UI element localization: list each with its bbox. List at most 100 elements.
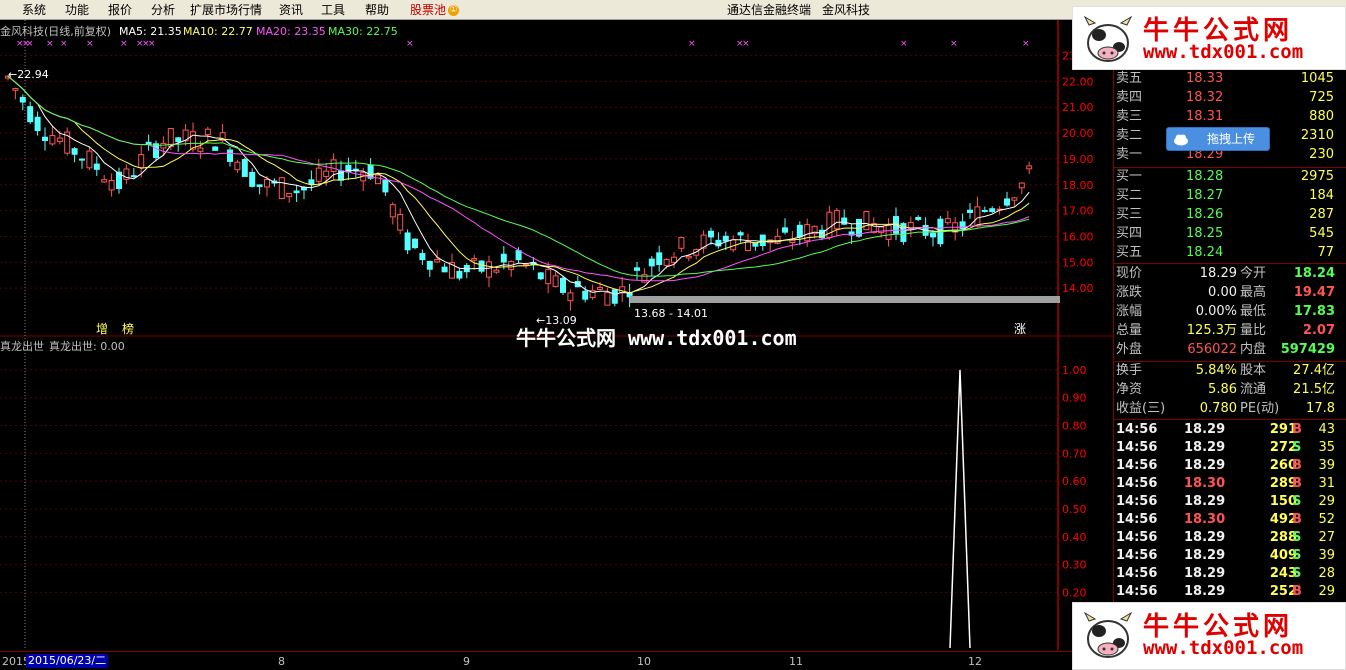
stat-value: 19.47: [1293, 285, 1335, 300]
level-label: 卖四: [1116, 90, 1143, 105]
sell-row[interactable]: 卖五 18.33 1045: [1114, 70, 1336, 88]
buy-row[interactable]: 买五 18.24 77: [1114, 244, 1336, 262]
level-label: 买二: [1116, 188, 1143, 203]
menu-system[interactable]: 系统: [22, 2, 46, 18]
buy-row[interactable]: 买二 18.27 184: [1114, 187, 1336, 205]
ma30-label: MA30: 22.75: [328, 25, 398, 38]
signal-marker: ×: [1022, 39, 1030, 49]
level-price: 18.24: [1186, 245, 1224, 260]
candle-body: [419, 253, 426, 261]
candle-body: [915, 217, 922, 220]
candle-body: [264, 178, 270, 188]
stat-value: 18.29: [1199, 266, 1237, 281]
level-label: 卖三: [1116, 109, 1143, 124]
candle-body: [167, 128, 174, 147]
candle-body: [708, 230, 714, 238]
candle-body: [685, 255, 692, 259]
menu-analysis[interactable]: 分析: [151, 2, 175, 18]
tick-side: S: [1292, 494, 1302, 509]
stat-label: 今开: [1240, 266, 1267, 281]
high-price-label: ←22.94: [8, 68, 49, 81]
buy-row[interactable]: 买一 18.28 2975: [1114, 168, 1336, 186]
stat-label: 总量: [1116, 323, 1143, 338]
ma20-label: MA20: 23.35: [256, 25, 326, 38]
candle-body: [382, 179, 389, 193]
tick-price: 18.29: [1184, 458, 1226, 473]
tick-time: 14:56: [1116, 548, 1158, 563]
upload-button[interactable]: 拖拽上传: [1166, 127, 1270, 151]
level-label: 买一: [1116, 169, 1143, 184]
candle-body: [130, 175, 137, 178]
stat-label: 量比: [1240, 323, 1267, 338]
tick-side: S: [1292, 566, 1302, 581]
marker-bang: 榜: [122, 322, 135, 336]
candle-body: [49, 135, 56, 145]
level-volume: 77: [1317, 245, 1334, 260]
stat-label: 换手: [1116, 363, 1143, 378]
candle-body: [227, 149, 233, 162]
chart-title: 金风科技(日线,前复权): [0, 25, 112, 38]
stat-row: 现价 18.29 今开 18.24: [1114, 265, 1346, 283]
sell-row[interactable]: 卖四 18.32 725: [1114, 89, 1336, 107]
stat-row: 涨幅 0.00% 最低 17.83: [1114, 303, 1346, 321]
candle-body: [974, 206, 981, 227]
candle-body: [634, 267, 640, 271]
buy-row[interactable]: 买四 18.25 545: [1114, 225, 1336, 243]
stat-label: 最高: [1240, 285, 1267, 300]
candle-body: [730, 239, 737, 251]
candle-body: [412, 238, 418, 249]
buy-row[interactable]: 买三 18.26 287: [1114, 206, 1336, 224]
tick-row: 14:56 18.30 492 B 52: [1114, 511, 1346, 529]
indicator-tick-label: 0.70: [1062, 447, 1087, 460]
candle-body: [56, 137, 63, 142]
candle-body: [86, 150, 93, 169]
candle-body: [175, 137, 182, 143]
tick-side: B: [1292, 584, 1302, 599]
menu-stock-pool[interactable]: 股票池 ①: [410, 2, 460, 18]
tick-row: 14:56 18.29 409 S 39: [1114, 547, 1346, 565]
candle-body: [863, 210, 870, 231]
tick-count: 31: [1318, 476, 1335, 491]
candle-body: [515, 250, 522, 261]
menu-tools[interactable]: 工具: [321, 2, 345, 18]
candle-body: [745, 240, 751, 251]
candle-body: [323, 170, 330, 177]
banner-top: 牛牛公式网 www.tdx001.com: [1072, 6, 1346, 70]
stat-value: 2.07: [1302, 323, 1335, 338]
level-label: 卖二: [1116, 128, 1143, 143]
stat-value: 18.24: [1293, 266, 1335, 281]
candle-body: [552, 275, 559, 288]
candle-body: [574, 281, 581, 288]
tick-time: 14:56: [1116, 440, 1158, 455]
tick-price: 18.30: [1184, 476, 1226, 491]
candle-body: [278, 177, 285, 200]
indicator-title: 真龙出世: [0, 340, 44, 353]
candle-body: [471, 258, 478, 261]
stat-value: 125.3万: [1186, 323, 1237, 338]
menu-ext-market[interactable]: 扩展市场行情: [190, 2, 262, 18]
menu-help[interactable]: 帮助: [365, 2, 389, 18]
stat-label: 股本: [1240, 363, 1267, 378]
indicator-tick-label: 1.00: [1062, 364, 1087, 377]
menu-quote[interactable]: 报价: [108, 2, 132, 18]
tick-side: B: [1292, 512, 1302, 527]
tick-price: 18.29: [1184, 530, 1226, 545]
level-price: 18.33: [1186, 71, 1224, 86]
candle-body: [989, 208, 996, 213]
tick-count: 27: [1318, 530, 1335, 545]
candle-body: [656, 252, 663, 266]
menu-function[interactable]: 功能: [65, 2, 89, 18]
candle-body: [212, 146, 219, 151]
stat-label: 外盘: [1116, 342, 1143, 357]
candle-body: [759, 234, 766, 247]
menu-news[interactable]: 资讯: [279, 2, 303, 18]
sell-row[interactable]: 卖三 18.31 880: [1114, 108, 1336, 126]
candle-body: [981, 209, 988, 212]
candle-body: [500, 253, 507, 263]
candle-body: [404, 232, 411, 251]
signal-marker: ×: [950, 39, 958, 49]
upload-button-label: 拖拽上传: [1207, 132, 1256, 146]
tick-price: 18.29: [1184, 566, 1226, 581]
candle-body: [434, 258, 441, 263]
level-price: 18.25: [1186, 226, 1224, 241]
